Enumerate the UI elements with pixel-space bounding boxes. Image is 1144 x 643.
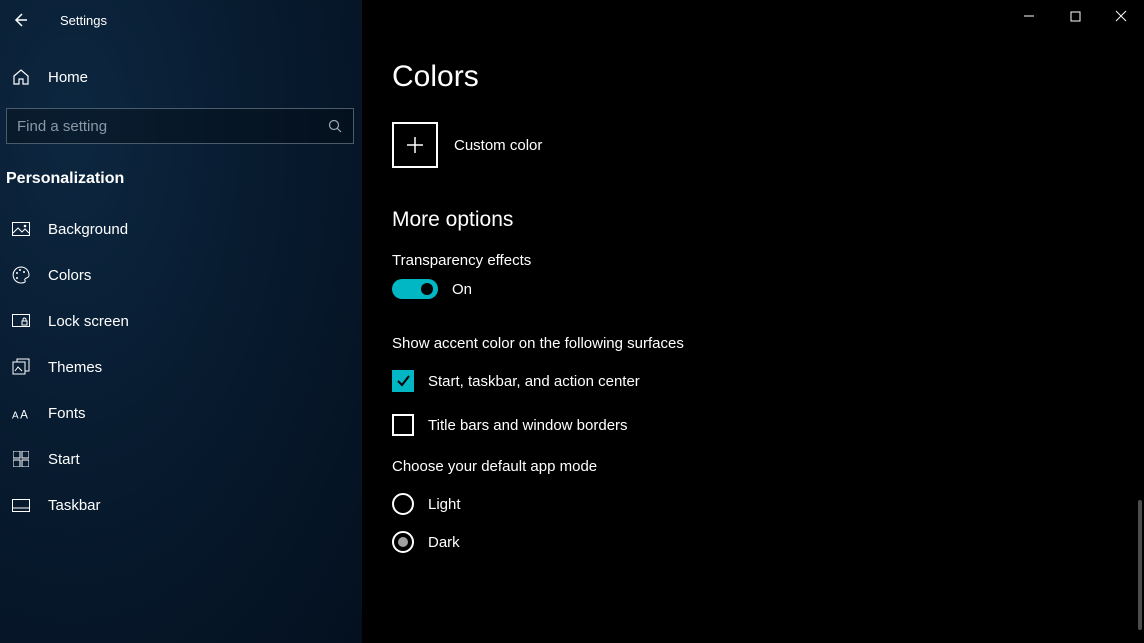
maximize-button[interactable] (1052, 0, 1098, 32)
plus-icon (404, 134, 426, 156)
search-input[interactable] (17, 118, 328, 135)
app-mode-label: Choose your default app mode (392, 458, 1144, 475)
radio-unselected (392, 493, 414, 515)
accent-check-start[interactable]: Start, taskbar, and action center (392, 370, 1144, 392)
close-button[interactable] (1098, 0, 1144, 32)
app-mode-light-label: Light (428, 496, 461, 513)
checkbox-checked (392, 370, 414, 392)
sidebar-item-label: Themes (48, 359, 102, 376)
taskbar-icon (12, 496, 30, 514)
window-controls (1006, 0, 1144, 32)
sidebar-item-lock-screen[interactable]: Lock screen (0, 298, 362, 344)
start-icon (12, 450, 30, 468)
transparency-state: On (452, 281, 472, 298)
accent-check-titlebars[interactable]: Title bars and window borders (392, 414, 1144, 436)
close-icon (1115, 10, 1127, 22)
sidebar-item-background[interactable]: Background (0, 206, 362, 252)
more-options-header: More options (392, 208, 1144, 232)
nav-list: Background Colors Lock screen Themes (0, 206, 362, 528)
sidebar-item-themes[interactable]: Themes (0, 344, 362, 390)
svg-text:A: A (20, 408, 28, 421)
home-label: Home (48, 69, 88, 86)
home-nav[interactable]: Home (0, 60, 362, 94)
lock-screen-icon (12, 312, 30, 330)
accent-opt1-label: Start, taskbar, and action center (428, 373, 640, 390)
sidebar: Home Personalization Background (0, 0, 362, 643)
palette-icon (12, 266, 30, 284)
themes-icon (12, 358, 30, 376)
titlebar: Settings (0, 0, 1144, 40)
search-box[interactable] (6, 108, 354, 144)
minimize-icon (1023, 10, 1035, 22)
home-icon (12, 68, 30, 86)
sidebar-item-label: Colors (48, 267, 91, 284)
maximize-icon (1070, 11, 1081, 22)
custom-color-label: Custom color (454, 137, 542, 154)
sidebar-item-start[interactable]: Start (0, 436, 362, 482)
custom-color-row: Custom color (392, 122, 1144, 168)
fonts-icon: AA (12, 404, 30, 422)
sidebar-item-fonts[interactable]: AA Fonts (0, 390, 362, 436)
app-mode-light[interactable]: Light (392, 493, 1144, 515)
window-title: Settings (60, 13, 107, 28)
transparency-toggle[interactable] (392, 279, 438, 299)
section-header: Personalization (0, 164, 362, 206)
sidebar-item-label: Background (48, 221, 128, 238)
search-container (6, 108, 354, 144)
app-mode-dark[interactable]: Dark (392, 531, 1144, 553)
sidebar-item-taskbar[interactable]: Taskbar (0, 482, 362, 528)
page-title: Colors (392, 60, 1144, 94)
accent-surfaces-label: Show accent color on the following surfa… (392, 335, 1144, 352)
search-icon (328, 119, 343, 134)
radio-selected (392, 531, 414, 553)
checkbox-unchecked (392, 414, 414, 436)
sidebar-item-colors[interactable]: Colors (0, 252, 362, 298)
svg-text:A: A (12, 410, 19, 421)
settings-window: Settings Home (0, 0, 1144, 643)
content-pane: Colors Custom color More options Transpa… (362, 0, 1144, 643)
image-icon (12, 220, 30, 238)
toggle-knob (421, 283, 433, 295)
scrollbar[interactable] (1138, 500, 1142, 630)
app-mode-dark-label: Dark (428, 534, 460, 551)
custom-color-button[interactable] (392, 122, 438, 168)
arrow-left-icon (12, 12, 28, 28)
sidebar-item-label: Taskbar (48, 497, 101, 514)
sidebar-item-label: Lock screen (48, 313, 129, 330)
accent-opt2-label: Title bars and window borders (428, 417, 628, 434)
sidebar-item-label: Start (48, 451, 80, 468)
transparency-toggle-row: On (392, 279, 1144, 299)
minimize-button[interactable] (1006, 0, 1052, 32)
back-button[interactable] (0, 0, 40, 40)
sidebar-item-label: Fonts (48, 405, 86, 422)
checkmark-icon (395, 373, 411, 389)
transparency-label: Transparency effects (392, 252, 1144, 269)
